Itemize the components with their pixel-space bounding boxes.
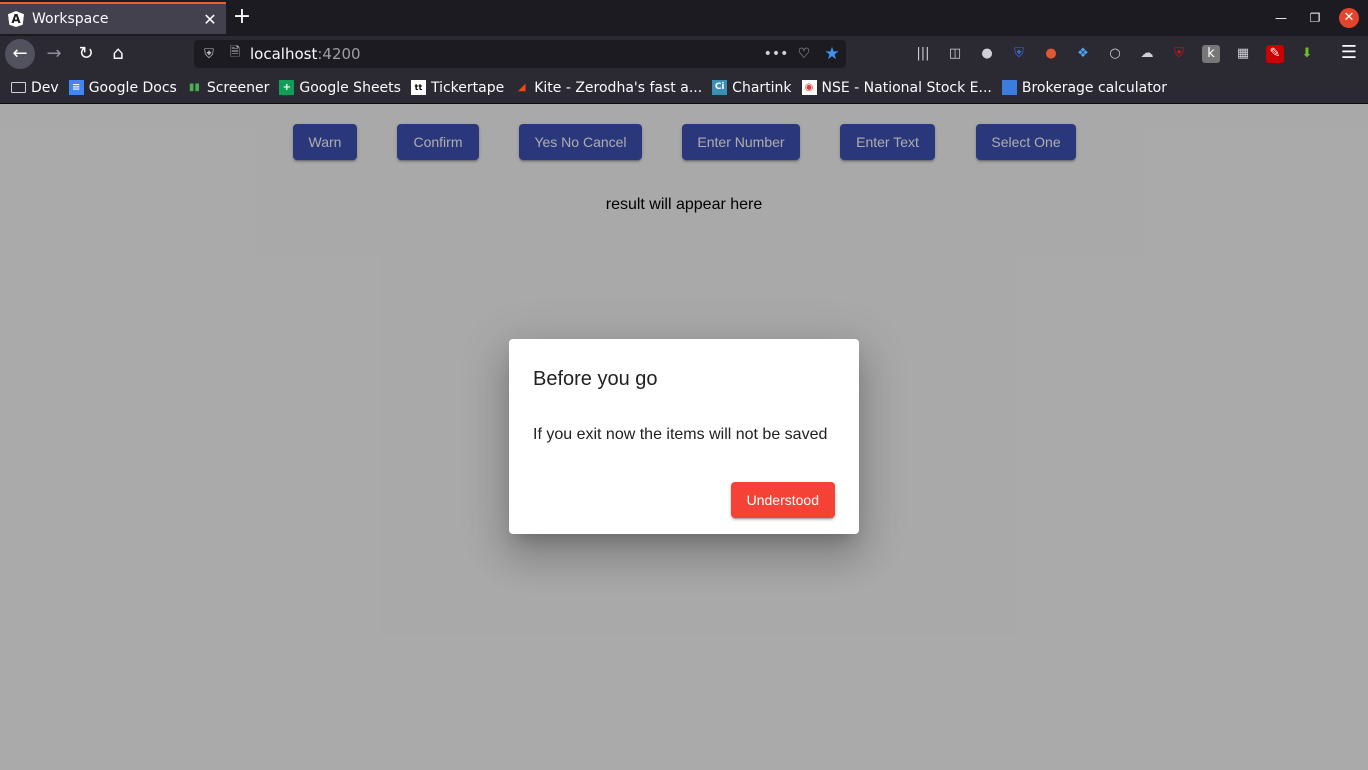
- bookmark-label: Kite - Zerodha's fast a...: [534, 79, 703, 96]
- download-icon[interactable]: ⬇: [1298, 45, 1316, 63]
- minimize-button[interactable]: —: [1271, 8, 1291, 28]
- warning-dialog: Before you go If you exit now the items …: [509, 339, 859, 534]
- bookmark-label: Tickertape: [430, 79, 505, 96]
- kite-icon: ◢: [517, 82, 526, 93]
- bookmark-label: Dev: [31, 79, 59, 96]
- account-icon[interactable]: ●: [978, 45, 996, 63]
- bookmark-label: NSE - National Stock E...: [821, 79, 992, 96]
- extension-pen-icon[interactable]: ✎: [1266, 45, 1284, 63]
- extension-k-icon[interactable]: k: [1202, 45, 1220, 63]
- page-content: Warn Confirm Yes No Cancel Enter Number …: [0, 104, 1368, 770]
- extension-shield-icon[interactable]: ⛨: [1010, 45, 1028, 63]
- pocket-icon[interactable]: ♡: [790, 46, 818, 62]
- url-text[interactable]: localhost:4200: [246, 45, 762, 63]
- tab-title: Workspace: [32, 11, 109, 27]
- tab-strip: A Workspace ✕ + — ❐ ✕: [0, 0, 1368, 36]
- folder-icon: [11, 82, 26, 93]
- bookmark-google-sheets[interactable]: + Google Sheets: [279, 80, 401, 96]
- chartink-icon: Ci: [712, 80, 728, 95]
- sidebar-icon[interactable]: ◫: [946, 45, 964, 63]
- google-docs-icon: ≡: [68, 80, 84, 95]
- forward-button[interactable]: →: [39, 39, 69, 69]
- extension-circle-icon[interactable]: ○: [1106, 45, 1124, 63]
- bookmark-label: Chartink: [732, 79, 792, 96]
- bookmarks-bar: Dev ≡ Google Docs ▮▮ Screener + Google S…: [0, 72, 1368, 104]
- ublock-icon[interactable]: ⛨: [1170, 45, 1188, 63]
- angular-icon: A: [8, 11, 24, 27]
- navigation-bar: ← → ↻ ⌂ ⛨ 🗎 localhost:4200 ••• ♡ ★ ||| ◫…: [0, 36, 1368, 72]
- duckduckgo-icon[interactable]: ●: [1042, 45, 1060, 63]
- page-info-icon[interactable]: 🗎: [224, 43, 246, 65]
- bookmark-label: Google Sheets: [299, 79, 401, 96]
- dialog-actions: Understood: [730, 482, 835, 518]
- dialog-title: Before you go: [533, 368, 658, 390]
- tickertape-icon: tt: [410, 80, 426, 95]
- tab-workspace[interactable]: A Workspace ✕: [0, 2, 226, 34]
- bookmark-chartink[interactable]: Ci Chartink: [712, 79, 792, 96]
- nse-icon: ◉: [801, 80, 817, 95]
- bookmark-star-icon[interactable]: ★: [818, 44, 846, 64]
- extension-puzzle-icon[interactable]: ❖: [1074, 45, 1092, 63]
- dialog-message: If you exit now the items will not be sa…: [533, 426, 828, 443]
- reload-button[interactable]: ↻: [71, 39, 101, 69]
- hamburger-menu-icon[interactable]: ☰: [1338, 42, 1360, 66]
- understood-button[interactable]: Understood: [730, 482, 835, 518]
- bookmark-kite[interactable]: ◢ Kite - Zerodha's fast a...: [514, 80, 702, 96]
- page-actions-icon[interactable]: •••: [762, 46, 790, 62]
- back-button[interactable]: ←: [5, 39, 35, 69]
- home-button[interactable]: ⌂: [103, 39, 133, 69]
- bookmark-label: Google Docs: [88, 79, 177, 96]
- bookmark-dev[interactable]: Dev: [11, 80, 59, 96]
- tracking-shield-icon[interactable]: ⛨: [194, 47, 224, 62]
- tab-close-icon[interactable]: ✕: [202, 10, 218, 29]
- bookmark-label: Screener: [206, 79, 270, 96]
- google-sheets-icon: +: [279, 80, 295, 95]
- url-port: :4200: [317, 45, 361, 63]
- bookmark-nse[interactable]: ◉ NSE - National Stock E...: [801, 79, 992, 96]
- bookmark-google-docs[interactable]: ≡ Google Docs: [68, 79, 177, 96]
- bookmark-screener[interactable]: ▮▮ Screener: [187, 80, 270, 96]
- bookmark-brokerage-calculator[interactable]: Brokerage calculator: [1001, 79, 1167, 96]
- bookmark-tickertape[interactable]: tt Tickertape: [410, 79, 505, 96]
- extension-grid-icon[interactable]: ▦: [1234, 45, 1252, 63]
- brokerage-icon: [1001, 80, 1017, 95]
- library-icon[interactable]: |||: [914, 45, 932, 63]
- address-bar[interactable]: ⛨ 🗎 localhost:4200 ••• ♡ ★: [194, 40, 846, 68]
- new-tab-button[interactable]: +: [230, 6, 254, 30]
- url-host: localhost: [250, 45, 318, 63]
- window-close-button[interactable]: ✕: [1339, 8, 1359, 28]
- screener-icon: ▮▮: [188, 82, 200, 93]
- extension-cloud-icon[interactable]: ☁: [1138, 45, 1156, 63]
- maximize-button[interactable]: ❐: [1305, 8, 1325, 28]
- bookmark-label: Brokerage calculator: [1021, 79, 1167, 96]
